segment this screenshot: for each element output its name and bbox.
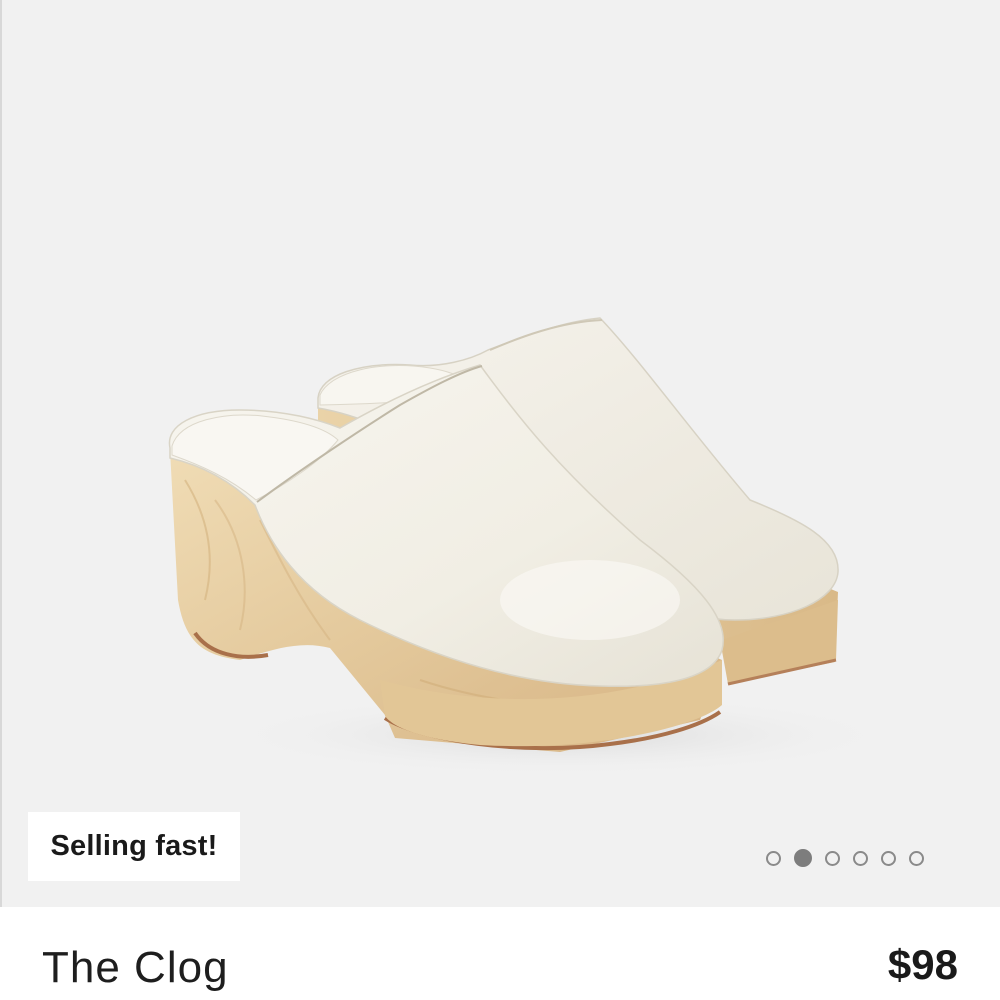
carousel-dot-6[interactable]	[909, 850, 924, 866]
badge-label: Selling fast!	[50, 830, 218, 862]
product-title[interactable]: The Clog	[42, 938, 229, 998]
carousel-dot-3[interactable]	[825, 850, 840, 866]
clog-image	[168, 317, 890, 775]
carousel-dot-1[interactable]	[766, 850, 781, 866]
product-price: $98	[887, 941, 958, 988]
product-image-carousel[interactable]: Selling fast!	[0, 0, 1000, 907]
selling-fast-badge: Selling fast!	[28, 812, 240, 881]
carousel-dot-4[interactable]	[853, 850, 868, 866]
product-card[interactable]: Selling fast! The Clog $98	[0, 0, 1000, 1000]
carousel-dot-2-active[interactable]	[794, 849, 812, 867]
carousel-pagination	[766, 848, 924, 868]
carousel-dot-5[interactable]	[881, 850, 896, 866]
